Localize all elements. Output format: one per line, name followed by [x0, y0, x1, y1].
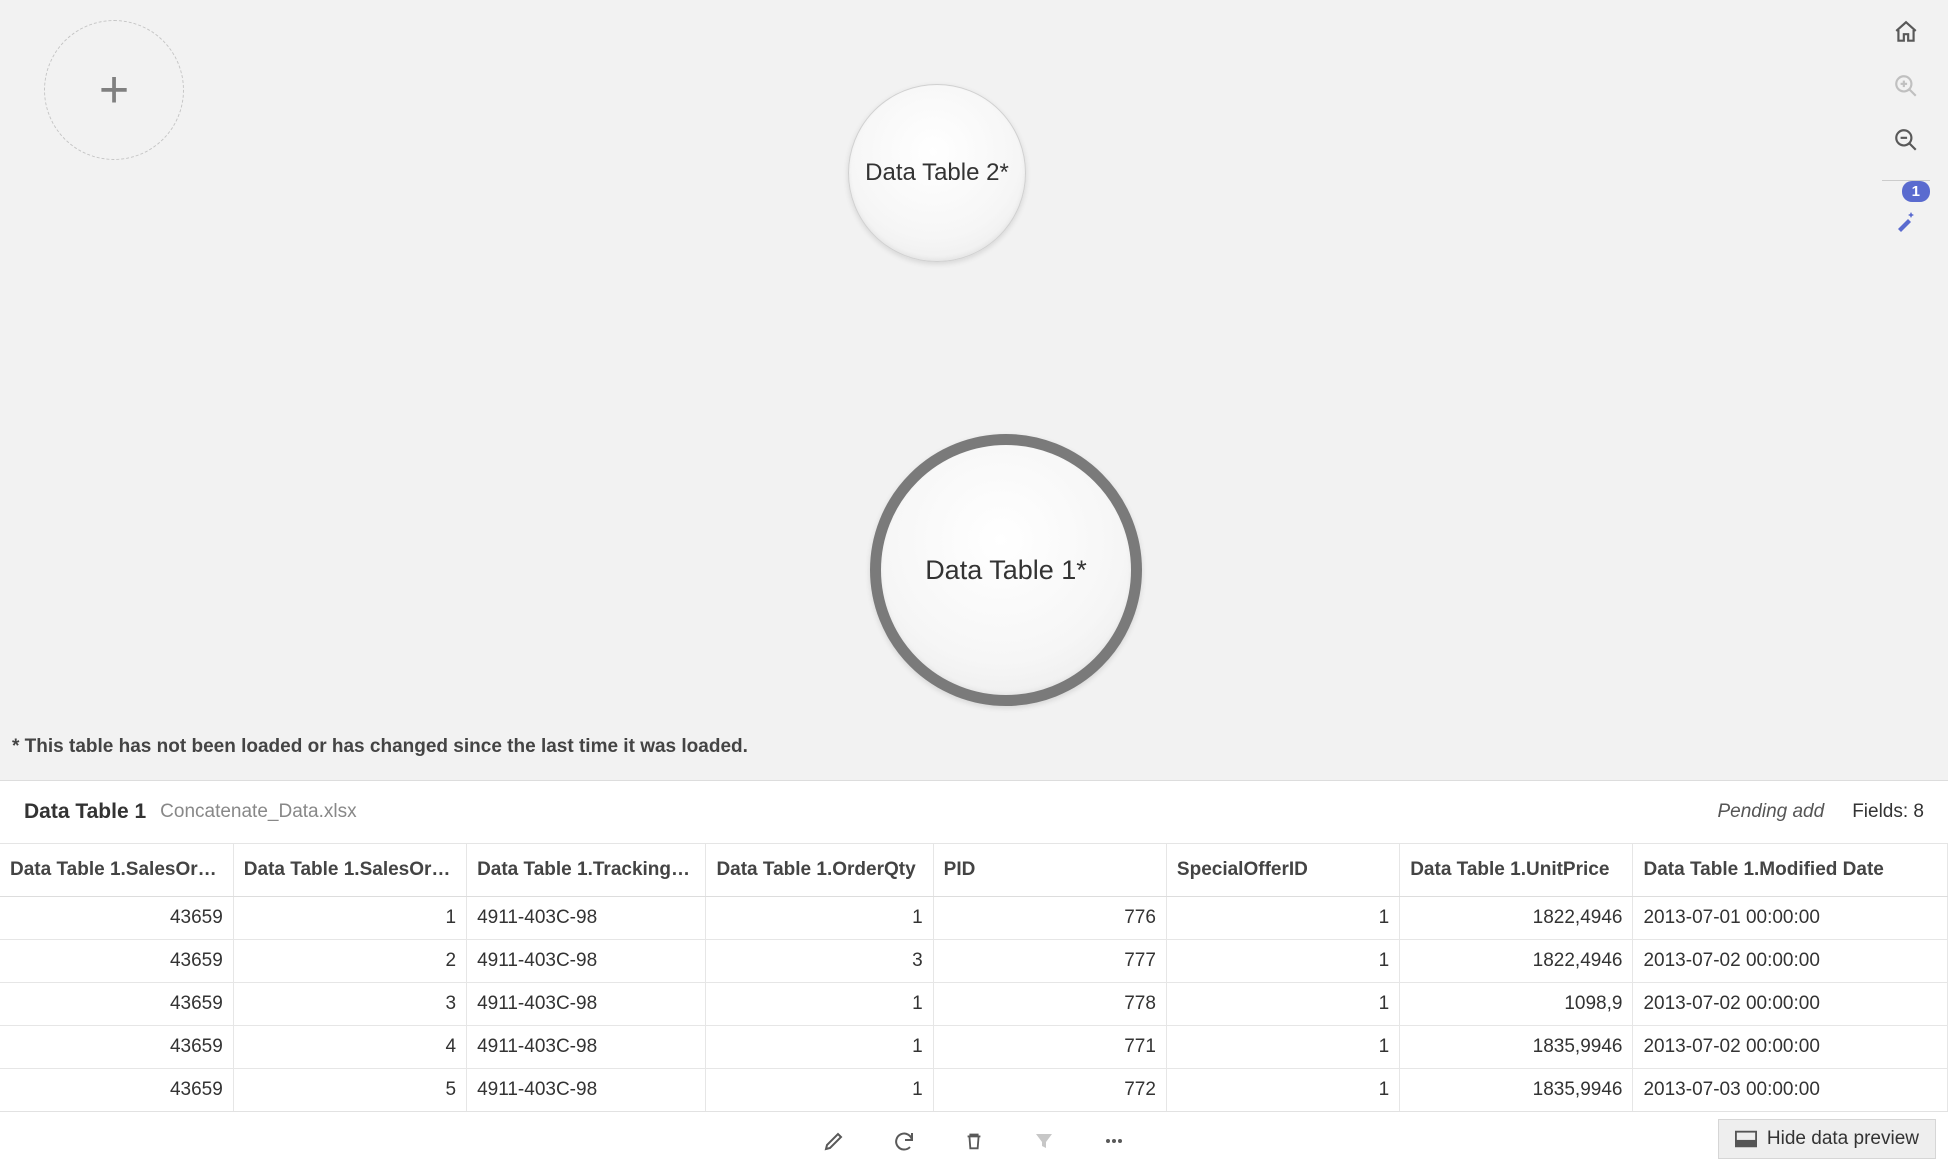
node-data-table-2[interactable]: Data Table 2* [848, 84, 1026, 262]
preview-fields: Fields: 8 [1852, 801, 1924, 823]
table-cell: 2013-07-03 00:00:00 [1633, 1068, 1948, 1111]
column-header[interactable]: Data Table 1.Tracking… [467, 844, 706, 896]
table-row[interactable]: 4365914911-403C-98177611822,49462013-07-… [0, 896, 1948, 939]
table-cell: 772 [933, 1068, 1166, 1111]
table-cell: 4911-403C-98 [467, 896, 706, 939]
table-cell: 4911-403C-98 [467, 982, 706, 1025]
column-header[interactable]: SpecialOfferID [1166, 844, 1399, 896]
table-cell: 43659 [0, 1068, 233, 1111]
plus-icon: + [99, 60, 129, 120]
table-cell: 4911-403C-98 [467, 1025, 706, 1068]
hide-preview-button[interactable]: Hide data preview [1718, 1119, 1936, 1159]
table-cell: 2 [233, 939, 466, 982]
more-icon[interactable] [1099, 1126, 1129, 1156]
home-icon[interactable] [1888, 14, 1924, 50]
table-cell: 1 [1166, 939, 1399, 982]
table-cell: 2013-07-02 00:00:00 [1633, 1025, 1948, 1068]
table-cell: 4 [233, 1025, 466, 1068]
table-cell: 1 [706, 982, 933, 1025]
node-label: Data Table 2* [865, 159, 1009, 187]
table-cell: 1 [1166, 1068, 1399, 1111]
table-cell: 1822,4946 [1400, 939, 1633, 982]
table-row[interactable]: 4365934911-403C-98177811098,92013-07-02 … [0, 982, 1948, 1025]
table-cell: 776 [933, 896, 1166, 939]
panel-icon [1735, 1130, 1757, 1148]
canvas-footnote: * This table has not been loaded or has … [12, 736, 748, 758]
preview-status: Pending add [1717, 801, 1824, 823]
table-cell: 3 [233, 982, 466, 1025]
delete-icon[interactable] [959, 1126, 989, 1156]
table-cell: 778 [933, 982, 1166, 1025]
magic-wand-icon[interactable]: 1 [1888, 203, 1924, 239]
table-cell: 771 [933, 1025, 1166, 1068]
table-header-row: Data Table 1.SalesOr…Data Table 1.SalesO… [0, 844, 1948, 896]
preview-header: Data Table 1 Concatenate_Data.xlsx Pendi… [0, 780, 1948, 844]
table-cell: 43659 [0, 982, 233, 1025]
column-header[interactable]: Data Table 1.Modified Date [1633, 844, 1948, 896]
table-cell: 1 [233, 896, 466, 939]
table-cell: 5 [233, 1068, 466, 1111]
table-cell: 4911-403C-98 [467, 939, 706, 982]
table-cell: 43659 [0, 896, 233, 939]
hide-preview-label: Hide data preview [1767, 1128, 1919, 1150]
column-header[interactable]: Data Table 1.UnitPrice [1400, 844, 1633, 896]
table-cell: 43659 [0, 939, 233, 982]
column-header[interactable]: PID [933, 844, 1166, 896]
table-row[interactable]: 4365924911-403C-98377711822,49462013-07-… [0, 939, 1948, 982]
bottom-toolbar: Hide data preview [0, 1111, 1948, 1169]
table-cell: 1 [706, 1068, 933, 1111]
magic-badge: 1 [1902, 181, 1930, 202]
table-row[interactable]: 4365944911-403C-98177111835,99462013-07-… [0, 1025, 1948, 1068]
table-cell: 2013-07-02 00:00:00 [1633, 982, 1948, 1025]
edit-icon[interactable] [819, 1126, 849, 1156]
table-cell: 1 [1166, 1025, 1399, 1068]
table-cell: 1835,9946 [1400, 1068, 1633, 1111]
table-cell: 1 [706, 1025, 933, 1068]
canvas-area: + Data Table 2* Data Table 1* 1 * This t… [0, 0, 1948, 780]
column-header[interactable]: Data Table 1.SalesOr… [0, 844, 233, 896]
table-cell: 1098,9 [1400, 982, 1633, 1025]
zoom-out-icon[interactable] [1888, 122, 1924, 158]
table-cell: 777 [933, 939, 1166, 982]
table-cell: 1 [1166, 982, 1399, 1025]
filter-icon[interactable] [1029, 1126, 1059, 1156]
table-cell: 4911-403C-98 [467, 1068, 706, 1111]
column-header[interactable]: Data Table 1.OrderQty [706, 844, 933, 896]
node-label: Data Table 1* [925, 555, 1087, 586]
table-cell: 1835,9946 [1400, 1025, 1633, 1068]
right-toolbar: 1 [1876, 14, 1936, 239]
preview-file: Concatenate_Data.xlsx [160, 801, 356, 823]
table-cell: 2013-07-02 00:00:00 [1633, 939, 1948, 982]
table-cell: 2013-07-01 00:00:00 [1633, 896, 1948, 939]
table-cell: 1 [706, 896, 933, 939]
add-button[interactable]: + [44, 20, 184, 160]
table-row[interactable]: 4365954911-403C-98177211835,99462013-07-… [0, 1068, 1948, 1111]
data-preview-table: Data Table 1.SalesOr…Data Table 1.SalesO… [0, 844, 1948, 1111]
table-cell: 1 [1166, 896, 1399, 939]
zoom-in-icon[interactable] [1888, 68, 1924, 104]
column-header[interactable]: Data Table 1.SalesOr… [233, 844, 466, 896]
refresh-icon[interactable] [889, 1126, 919, 1156]
node-data-table-1[interactable]: Data Table 1* [870, 434, 1142, 706]
table-cell: 3 [706, 939, 933, 982]
preview-title: Data Table 1 [24, 800, 146, 824]
table-cell: 43659 [0, 1025, 233, 1068]
table-cell: 1822,4946 [1400, 896, 1633, 939]
